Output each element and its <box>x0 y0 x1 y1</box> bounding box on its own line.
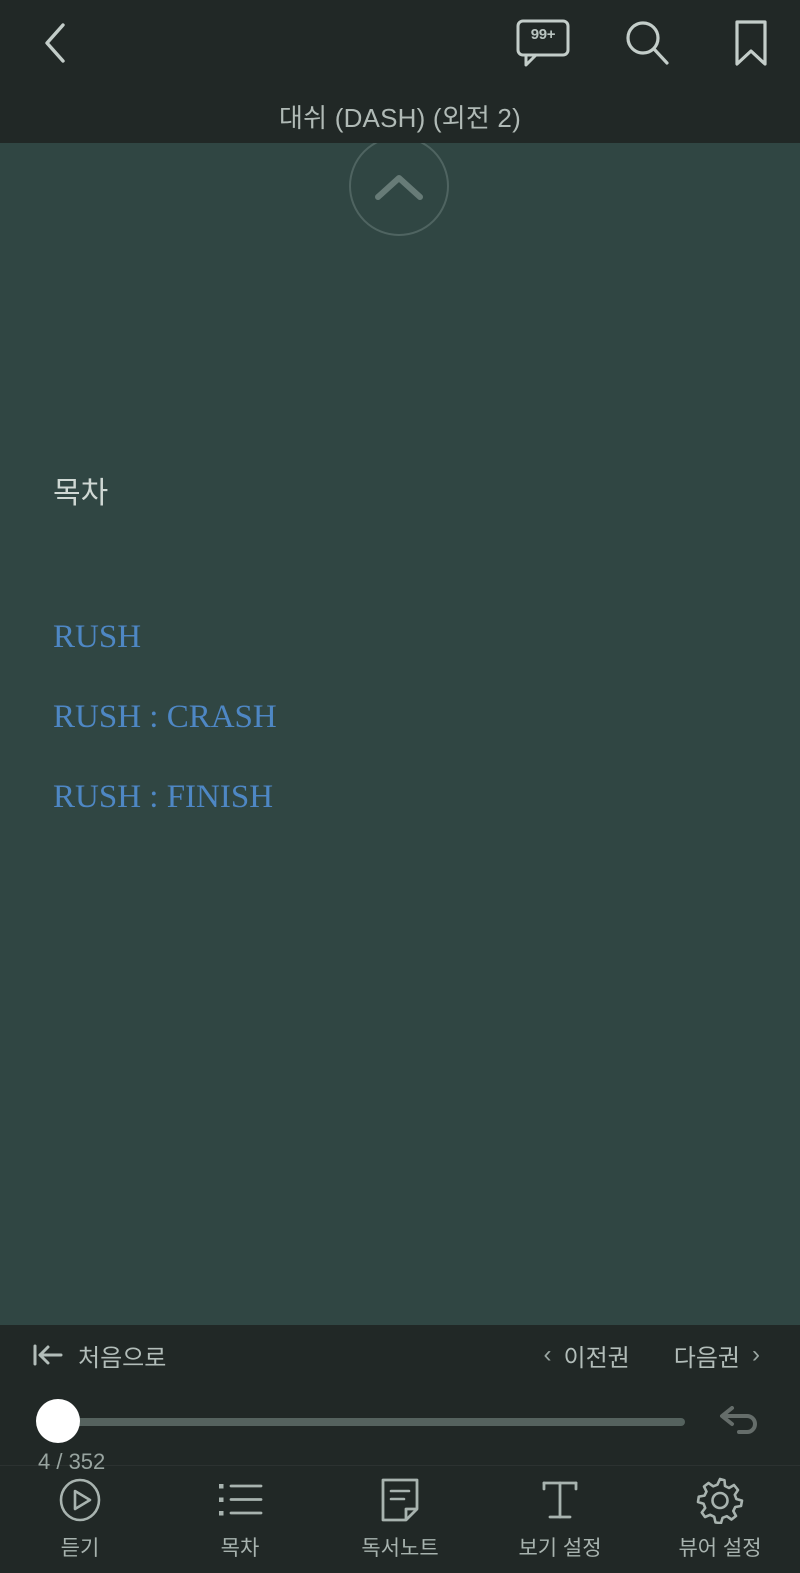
previous-volume-button[interactable]: ‹ 이전권 <box>544 1338 630 1373</box>
chevron-up-icon <box>373 172 425 202</box>
toc-link-rush[interactable]: RUSH <box>53 621 753 654</box>
toolbar-item-listen[interactable]: 듣기 <box>0 1466 160 1573</box>
text-format-icon <box>538 1477 582 1523</box>
go-to-start-button[interactable]: 처음으로 <box>32 1333 166 1377</box>
bookmark-button[interactable] <box>720 12 782 74</box>
toolbar-label-viewer-settings: 뷰어 설정 <box>678 1537 762 1560</box>
toolbar-item-toc[interactable]: 목차 <box>160 1466 320 1573</box>
toc-link-list: RUSH RUSH : CRASH RUSH : FINISH <box>53 621 753 861</box>
book-title: 대쉬 (DASH) (외전 2) <box>279 103 521 133</box>
gear-icon <box>696 1477 744 1524</box>
top-app-bar: 99+ 대쉬 (DASH) (외전 2) <box>0 0 800 143</box>
next-volume-label: 다음권 <box>673 1344 740 1372</box>
chevron-right-icon: › <box>752 1341 760 1368</box>
comments-button[interactable]: 99+ <box>512 12 574 74</box>
previous-volume-label: 이전권 <box>563 1344 630 1372</box>
go-to-start-label: 처음으로 <box>78 1344 167 1372</box>
toc-link-rush-crash[interactable]: RUSH : CRASH <box>53 701 753 734</box>
back-button[interactable] <box>20 8 90 78</box>
undo-arrow-icon <box>717 1403 759 1439</box>
toolbar-item-view-settings[interactable]: 보기 설정 <box>480 1466 640 1573</box>
page-slider-thumb[interactable] <box>36 1399 80 1443</box>
toolbar-label-listen: 듣기 <box>60 1537 100 1560</box>
bottom-toolbar: 듣기 목차 독서노트 보기 설정 뷰어 설정 <box>0 1465 800 1573</box>
toc-link-rush-finish[interactable]: RUSH : FINISH <box>53 781 753 814</box>
toolbar-item-viewer-settings[interactable]: 뷰어 설정 <box>640 1466 800 1573</box>
search-button[interactable] <box>616 12 678 74</box>
reader-screen: 목차 RUSH RUSH : CRASH RUSH : FINISH 99+ 대… <box>0 0 800 1573</box>
scroll-to-top-button[interactable] <box>349 136 449 236</box>
bottom-control-panel: 처음으로 ‹ 이전권 다음권 › 4 / 352 듣기 목차 독서노트 보기 설… <box>0 1325 800 1573</box>
play-circle-icon <box>57 1477 103 1523</box>
chevron-left-icon: ‹ <box>543 1341 552 1368</box>
page-slider[interactable] <box>0 1387 800 1457</box>
search-icon <box>622 18 672 68</box>
toolbar-label-view-settings: 보기 설정 <box>518 1537 602 1560</box>
top-bar-icon-row: 99+ <box>0 0 800 86</box>
page-title: 목차 <box>53 477 109 510</box>
bookmark-icon <box>732 19 770 67</box>
next-volume-button[interactable]: 다음권 › <box>674 1338 760 1373</box>
chevron-left-icon <box>42 21 68 65</box>
skip-to-start-icon <box>32 1342 64 1368</box>
toolbar-item-reading-notes[interactable]: 독서노트 <box>320 1466 480 1573</box>
book-content-area[interactable]: 목차 RUSH RUSH : CRASH RUSH : FINISH <box>0 143 800 1325</box>
list-icon <box>217 1477 263 1523</box>
undo-jump-button[interactable] <box>714 1397 762 1445</box>
comment-bubble-icon <box>515 18 571 68</box>
top-bar-actions: 99+ <box>512 8 782 78</box>
toolbar-label-toc: 목차 <box>220 1537 260 1560</box>
note-page-icon <box>380 1477 420 1523</box>
volume-navigation-row: 처음으로 ‹ 이전권 다음권 › <box>0 1325 800 1383</box>
page-slider-track[interactable] <box>40 1418 685 1426</box>
toolbar-label-reading-notes: 독서노트 <box>361 1537 439 1560</box>
volume-buttons: ‹ 이전권 다음권 › <box>544 1333 761 1377</box>
